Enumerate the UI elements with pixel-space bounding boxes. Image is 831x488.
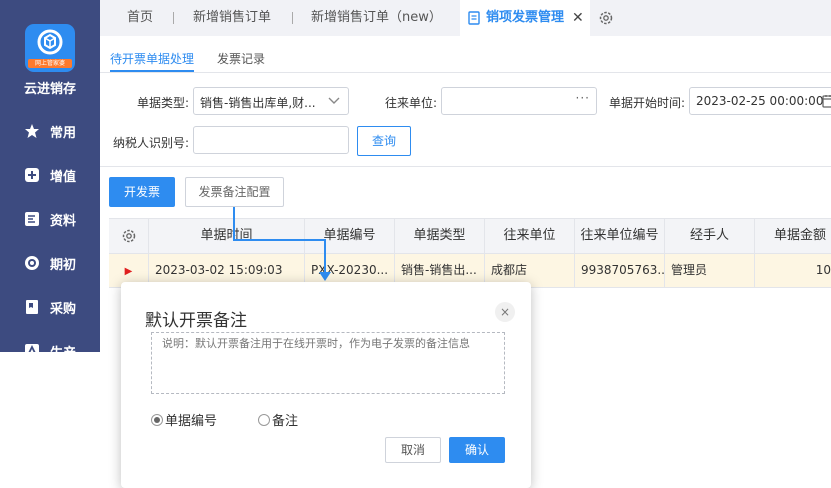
invoice-doc-icon	[468, 11, 480, 25]
subtab-invoice-records[interactable]: 发票记录	[217, 50, 265, 67]
radio-checked-icon	[151, 413, 163, 426]
table-header: 单据时间 单据编号 单据类型 往来单位 往来单位编号 经手人 单据金额	[109, 218, 831, 254]
close-icon[interactable]: ×	[495, 302, 515, 322]
taxpayer-id-label: 纳税人识别号:	[113, 136, 190, 150]
row-current-arrow-icon: ▶	[124, 266, 133, 277]
tab-new-sales-order[interactable]: 新增销售订单	[193, 0, 271, 36]
sidebar-item-label: 增值	[50, 170, 77, 185]
sidebar-item-label: 生产	[50, 342, 76, 352]
sidebar: 网上管家婆 云进销存 常用 增值 资料 期初 采购 生产	[0, 0, 100, 352]
chevron-down-icon	[328, 97, 340, 104]
column-header-type[interactable]: 单据类型	[395, 219, 485, 253]
tab-new-sales-order-new[interactable]: 新增销售订单（new）	[311, 0, 442, 36]
target-icon	[25, 256, 39, 270]
sidebar-item-label: 采购	[50, 302, 77, 317]
document-icon	[25, 212, 39, 226]
radio-unchecked-icon	[258, 413, 270, 426]
radio-doc-number[interactable]: 单据编号	[151, 410, 217, 429]
start-time-value: 2023-02-25 00:00:00	[696, 94, 824, 108]
query-button[interactable]: 查询	[357, 126, 411, 156]
sidebar-item-favorites[interactable]: 常用	[0, 119, 100, 143]
production-icon	[25, 344, 39, 352]
app-name: 云进销存	[23, 82, 76, 97]
default-invoice-remark-dialog: 默认开票备注 × 说明：默认开票备注用于在线开票时，作为电子发票的备注信息 单据…	[121, 282, 531, 488]
sidebar-item-label: 常用	[50, 126, 77, 141]
radio-remark[interactable]: 备注	[258, 410, 298, 429]
star-icon	[25, 124, 39, 138]
taxpayer-id-input[interactable]	[193, 126, 349, 154]
sidebar-item-label: 资料	[50, 214, 77, 229]
tab-separator	[292, 12, 293, 24]
confirm-button[interactable]: 确认	[449, 437, 505, 463]
gear-icon[interactable]	[598, 10, 614, 26]
gear-icon[interactable]	[121, 228, 137, 244]
close-tab-icon[interactable]: ✕	[572, 10, 584, 26]
sidebar-item-label: 期初	[50, 258, 77, 273]
subtab-pending-invoice[interactable]: 待开票单据处理	[110, 50, 194, 67]
doc-type-select[interactable]: 销售-销售出库单,财...	[193, 87, 349, 115]
column-header-amount[interactable]: 单据金额	[755, 219, 831, 253]
issue-invoice-button[interactable]: 开发票	[109, 177, 175, 207]
cell-handler: 管理员	[665, 254, 755, 287]
column-header-partner-no[interactable]: 往来单位编号	[575, 219, 665, 253]
invoice-remark-config-button[interactable]: 发票备注配置	[185, 177, 284, 207]
sidebar-item-production[interactable]: 生产	[0, 339, 100, 352]
partner-input[interactable]: ···	[441, 87, 597, 115]
logo-badge: 网上管家婆	[28, 59, 72, 68]
doc-type-value: 销售-销售出库单,财...	[200, 96, 316, 110]
start-time-input[interactable]: 2023-02-25 00:00:00	[689, 87, 831, 115]
app-logo: 网上管家婆	[25, 24, 75, 72]
tab-separator	[173, 12, 174, 24]
sidebar-item-opening[interactable]: 期初	[0, 251, 100, 275]
filter-divider	[100, 166, 831, 167]
plus-square-icon	[25, 168, 39, 182]
column-header-handler[interactable]: 经手人	[665, 219, 755, 253]
column-header-partner[interactable]: 往来单位	[485, 219, 575, 253]
tab-output-invoice-management[interactable]: 销项发票管理	[460, 0, 590, 36]
doc-type-label: 单据类型:	[137, 96, 190, 110]
sidebar-item-purchase[interactable]: 采购	[0, 295, 100, 319]
more-dots-icon[interactable]: ···	[576, 91, 590, 105]
subtab-divider	[100, 72, 831, 73]
tab-home[interactable]: 首页	[127, 0, 153, 36]
dialog-title: 默认开票备注	[145, 311, 247, 331]
column-settings-cell[interactable]	[109, 219, 149, 253]
radio-label: 备注	[272, 414, 299, 429]
start-time-label: 单据开始时间:	[609, 96, 686, 110]
cell-amount: 10	[815, 263, 831, 277]
calendar-icon[interactable]	[822, 94, 831, 108]
purchase-book-icon	[26, 300, 38, 314]
sidebar-item-data[interactable]: 资料	[0, 207, 100, 231]
column-header-time[interactable]: 单据时间	[149, 219, 305, 253]
cell-partner-no: 9938705763...	[575, 254, 665, 287]
tab-label: 销项发票管理	[486, 10, 565, 25]
sidebar-item-value-added[interactable]: 增值	[0, 163, 100, 187]
tab-bar: 首页 新增销售订单 新增销售订单（new） 销项发票管理 ✕	[100, 0, 831, 36]
partner-label: 往来单位:	[385, 96, 438, 110]
cube-logo-icon	[37, 29, 63, 55]
column-header-number[interactable]: 单据编号	[305, 219, 395, 253]
cancel-button[interactable]: 取消	[385, 437, 441, 463]
dialog-description: 说明：默认开票备注用于在线开票时，作为电子发票的备注信息	[151, 332, 505, 394]
radio-label: 单据编号	[165, 414, 218, 429]
